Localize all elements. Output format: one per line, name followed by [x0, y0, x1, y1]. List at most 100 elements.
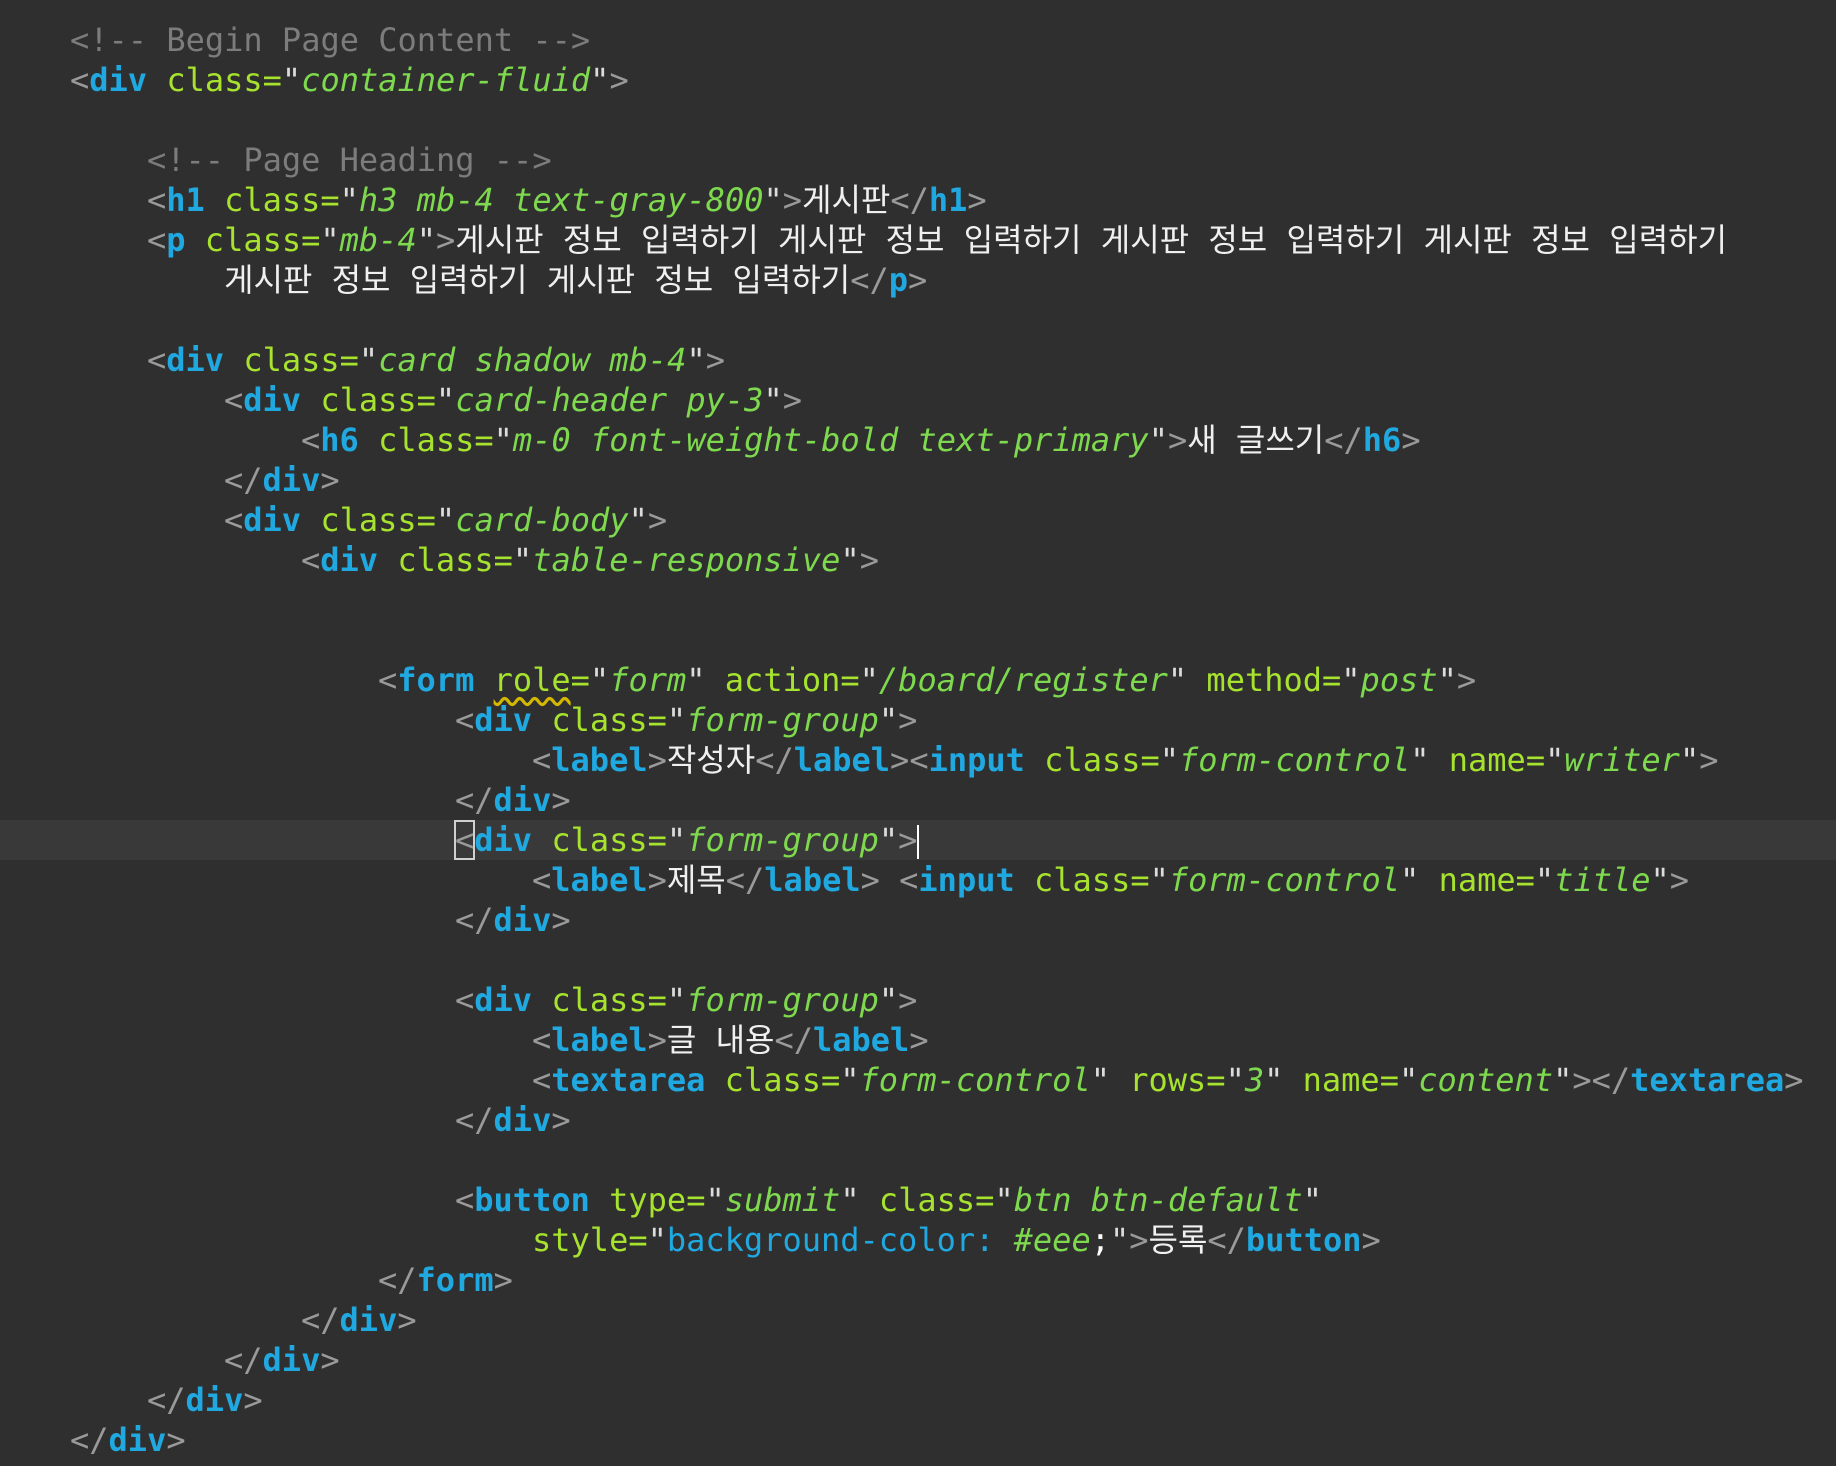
code-line[interactable]: <div class="form-group">	[0, 820, 1836, 860]
code-token: class	[532, 981, 648, 1019]
code-line[interactable]	[0, 940, 1836, 980]
code-token: =	[320, 181, 340, 219]
code-line[interactable]: <!-- Begin Page Content -->	[0, 20, 1836, 60]
code-token: "	[1149, 861, 1169, 899]
code-token: "	[512, 541, 533, 579]
code-token: </	[890, 181, 929, 219]
code-line[interactable]: <label>작성자</label><input class="form-con…	[0, 740, 1836, 780]
code-line[interactable]: </div>	[0, 900, 1836, 940]
code-token: div	[474, 981, 533, 1019]
code-token: div	[262, 461, 321, 499]
code-line[interactable]: <div class="card-header py-3">	[0, 380, 1836, 420]
code-token: "	[859, 661, 879, 699]
code-line[interactable]: </div>	[0, 1300, 1836, 1340]
code-token: >	[1669, 861, 1690, 899]
code-line[interactable]: <p class="mb-4">게시판 정보 입력하기 게시판 정보 입력하기 …	[0, 220, 1836, 260]
code-line[interactable]: <h1 class="h3 mb-4 text-gray-800">게시판</h…	[0, 180, 1836, 220]
code-line[interactable]: <div class="form-group">	[0, 980, 1836, 1020]
code-line[interactable]: </div>	[0, 460, 1836, 500]
code-token: "	[666, 701, 687, 739]
code-line[interactable]: <button type="submit" class="btn btn-def…	[0, 1180, 1836, 1220]
code-token: "	[1167, 661, 1188, 699]
code-line[interactable]: </form>	[0, 1260, 1836, 1300]
code-token: label	[551, 861, 648, 899]
code-token: "	[1437, 661, 1457, 699]
code-line[interactable]	[0, 300, 1836, 340]
code-token: <	[453, 820, 476, 860]
code-token: "	[589, 661, 610, 699]
code-line[interactable]: 게시판 정보 입력하기 게시판 정보 입력하기</p>	[0, 260, 1836, 300]
code-token: "	[878, 701, 899, 739]
code-token: =	[1525, 741, 1546, 779]
code-token: div	[320, 541, 379, 579]
code-line[interactable]	[0, 100, 1836, 140]
code-line[interactable]	[0, 580, 1836, 620]
code-token: <	[455, 1181, 475, 1219]
code-token: "	[878, 821, 899, 859]
code-token: card-body	[455, 501, 629, 539]
code-line[interactable]: <div class="card-body">	[0, 500, 1836, 540]
code-token: class	[1014, 861, 1131, 899]
code-editor[interactable]: <!-- Begin Page Content --> <div class="c…	[0, 0, 1836, 1466]
code-token: </	[755, 741, 794, 779]
code-token: table-responsive	[532, 541, 841, 579]
code-token: <	[455, 701, 475, 739]
code-line[interactable]: <div class="container-fluid">	[0, 60, 1836, 100]
code-token: button	[1245, 1221, 1362, 1259]
code-token: m-0 font-weight-bold text-primary	[512, 421, 1149, 459]
code-token: >	[898, 981, 918, 1019]
code-token: "	[1534, 861, 1555, 899]
code-token: >	[166, 1421, 186, 1459]
code-line[interactable]: <div class="table-responsive">	[0, 540, 1836, 580]
code-token: h6	[1362, 421, 1402, 459]
code-token: >	[493, 1261, 513, 1299]
code-line[interactable]: <form role="form" action="/board/registe…	[0, 660, 1836, 700]
code-line[interactable]: <h6 class="m-0 font-weight-bold text-pri…	[0, 420, 1836, 460]
code-token: div	[493, 901, 552, 939]
code-token: <	[378, 661, 398, 699]
code-line[interactable]: style="background-color: #eee;">등록</butt…	[0, 1220, 1836, 1260]
code-token: >	[1129, 1221, 1149, 1259]
code-token: "	[763, 381, 783, 419]
code-line[interactable]: <label>제목</label> <input class="form-con…	[0, 860, 1836, 900]
code-line[interactable]	[0, 1140, 1836, 1180]
code-line[interactable]: </div>	[0, 1420, 1836, 1460]
code-line[interactable]: <div class="form-group">	[0, 700, 1836, 740]
code-token: "	[358, 341, 379, 379]
code-line[interactable]: <textarea class="form-control" rows="3" …	[0, 1060, 1836, 1100]
code-token: ><	[890, 741, 929, 779]
code-token: =	[570, 661, 590, 699]
code-token: <	[147, 221, 167, 259]
code-token: <!-- Begin Page Content -->	[70, 21, 591, 59]
code-token: div	[339, 1301, 398, 1339]
code-token: div	[493, 1101, 552, 1139]
code-token: card shadow mb-4	[378, 341, 687, 379]
code-token: method	[1187, 661, 1323, 699]
code-token: >	[1401, 421, 1421, 459]
code-token: class	[301, 381, 417, 419]
code-line[interactable]: </div>	[0, 1340, 1836, 1380]
code-token: "	[1148, 421, 1168, 459]
code-line[interactable]: <!-- Page Heading -->	[0, 140, 1836, 180]
code-token: "	[1264, 1061, 1284, 1099]
code-token: >	[647, 1021, 667, 1059]
code-token: =	[262, 61, 282, 99]
code-line[interactable]	[0, 620, 1836, 660]
code-line[interactable]: <label>글 내용</label>	[0, 1020, 1836, 1060]
code-line[interactable]: <div class="card shadow mb-4">	[0, 340, 1836, 380]
code-token: >	[551, 901, 571, 939]
code-line[interactable]: </div>	[0, 1380, 1836, 1420]
code-token: form-group	[686, 701, 879, 739]
code-line[interactable]: </div>	[0, 780, 1836, 820]
code-token: name	[1283, 1061, 1380, 1099]
code-token: form-group	[686, 981, 879, 1019]
code-line[interactable]: </div>	[0, 1100, 1836, 1140]
code-token: <	[70, 61, 90, 99]
code-token: "	[1410, 741, 1430, 779]
code-token: name	[1419, 861, 1516, 899]
code-token: </	[725, 861, 765, 899]
code-token: <!-- Page Heading -->	[147, 141, 552, 179]
code-token: "	[840, 541, 860, 579]
code-token: h1	[166, 181, 205, 219]
code-token: <	[147, 181, 167, 219]
